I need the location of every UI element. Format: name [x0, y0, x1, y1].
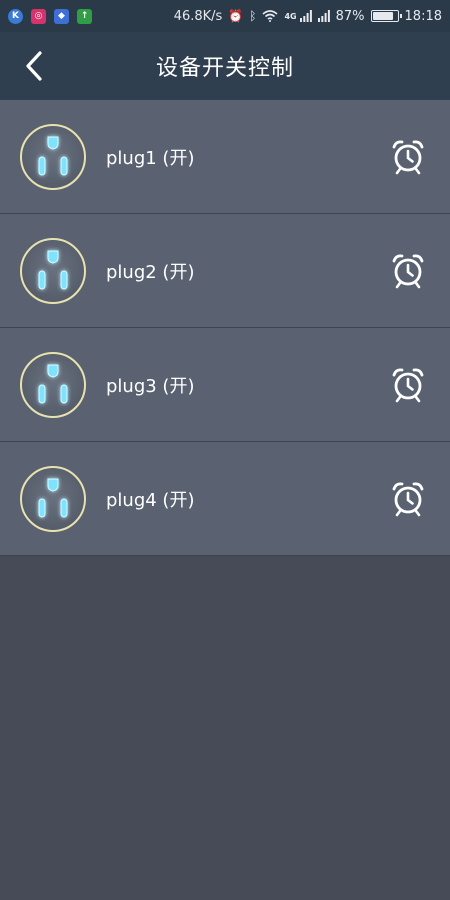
- wifi-icon: [262, 10, 279, 22]
- status-indicators: 46.8K/s ⏰ ᛒ 4G 87% 18:18: [174, 9, 442, 24]
- network-type-icon: 4G: [284, 11, 297, 21]
- socket-icon: [20, 351, 86, 418]
- chevron-left-icon: [26, 51, 42, 81]
- device-row-plug4[interactable]: plug4 (开): [0, 442, 450, 556]
- socket-icon: [20, 465, 86, 532]
- status-app-icons: K ◎ ◆ ↑: [8, 8, 92, 24]
- device-label: plug2 (开): [106, 261, 195, 283]
- socket-icon: [20, 123, 86, 190]
- alarm-clock-button[interactable]: [388, 137, 428, 177]
- battery-percent: 87%: [335, 8, 365, 24]
- device-row-plug1[interactable]: plug1 (开): [0, 100, 450, 214]
- upload-app-icon: ↑: [77, 8, 92, 24]
- device-list: plug1 (开) plug2 (开) plug3 (开) plug4 (开): [0, 100, 450, 556]
- bluetooth-icon: ᛒ: [249, 9, 257, 23]
- device-label: plug3 (开): [106, 375, 195, 397]
- alarm-clock-button[interactable]: [388, 365, 428, 405]
- alarm-clock-icon: [392, 367, 424, 402]
- refresh-app-icon: ◎: [31, 8, 46, 24]
- device-row-plug2[interactable]: plug2 (开): [0, 214, 450, 328]
- alarm-clock-icon: [392, 139, 424, 174]
- alarm-clock-icon: [392, 481, 424, 516]
- socket-icon: [20, 237, 86, 304]
- k-app-icon: K: [8, 8, 23, 24]
- device-row-plug3[interactable]: plug3 (开): [0, 328, 450, 442]
- clock: 18:18: [404, 8, 442, 24]
- alarm-clock-button[interactable]: [388, 251, 428, 291]
- device-label: plug4 (开): [106, 489, 195, 511]
- net-speed: 46.8K/s: [173, 8, 223, 24]
- battery-icon: [370, 10, 402, 22]
- page-title: 设备开关控制: [155, 56, 294, 81]
- alarm-clock-icon: [392, 253, 424, 288]
- signal-icon: [299, 10, 312, 22]
- battery-level: [372, 12, 394, 20]
- alarm-status-icon: ⏰: [228, 9, 244, 23]
- back-button[interactable]: [18, 50, 50, 82]
- shield-app-icon: ◆: [54, 8, 69, 24]
- title-bar: 设备开关控制: [0, 32, 450, 100]
- alarm-clock-button[interactable]: [388, 479, 428, 519]
- device-label: plug1 (开): [106, 147, 195, 169]
- status-bar: K ◎ ◆ ↑ 46.8K/s ⏰ ᛒ 4G 87% 18:18: [0, 0, 450, 32]
- signal-icon-2: [317, 10, 330, 22]
